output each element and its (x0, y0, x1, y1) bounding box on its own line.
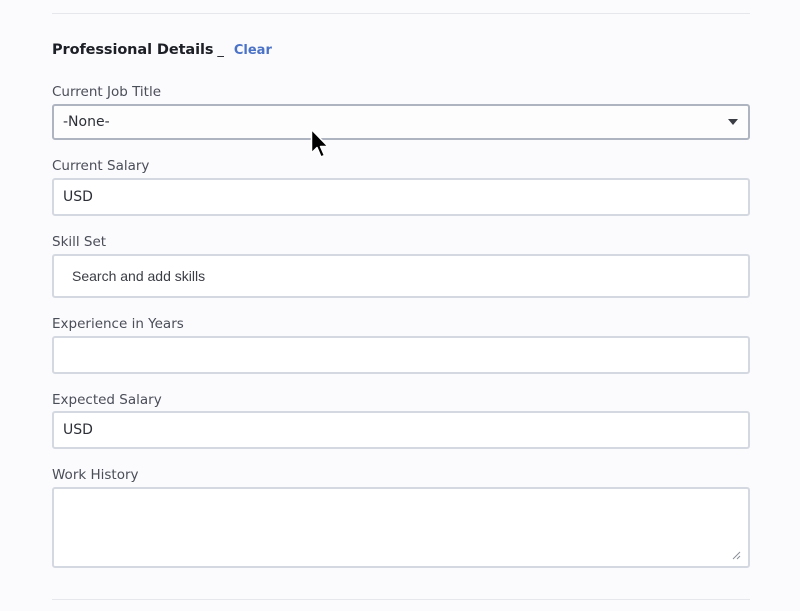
skill-set-input[interactable]: Search and add skills (52, 254, 750, 298)
experience-input[interactable] (52, 336, 750, 374)
skill-set-placeholder: Search and add skills (72, 268, 206, 284)
job-title-label: Current Job Title (52, 84, 162, 100)
expected-salary-label: Expected Salary (52, 392, 162, 408)
mouse-pointer-icon (310, 128, 329, 158)
work-history-textarea[interactable] (52, 487, 750, 568)
professional-details-form: Professional Details _ Clear Current Job… (0, 0, 800, 611)
chevron-down-icon[interactable] (728, 119, 738, 125)
title-underscore: _ (217, 43, 224, 58)
current-salary-currency: USD (63, 189, 93, 205)
job-title-select[interactable]: -None- (52, 104, 750, 140)
work-history-label: Work History (52, 467, 139, 483)
skill-set-label: Skill Set (52, 234, 107, 250)
section-header: Professional Details _ Clear (52, 42, 272, 62)
clear-link[interactable]: Clear (234, 43, 272, 58)
top-divider (52, 13, 750, 14)
section-title: Professional Details (52, 42, 214, 58)
job-title-value: -None- (63, 114, 110, 130)
bottom-divider (52, 599, 750, 600)
current-salary-input[interactable]: USD (52, 178, 750, 216)
experience-label: Experience in Years (52, 316, 184, 332)
expected-salary-input[interactable]: USD (52, 411, 750, 449)
expected-salary-currency: USD (63, 422, 93, 438)
current-salary-label: Current Salary (52, 158, 150, 174)
resize-handle-icon[interactable] (731, 550, 741, 560)
